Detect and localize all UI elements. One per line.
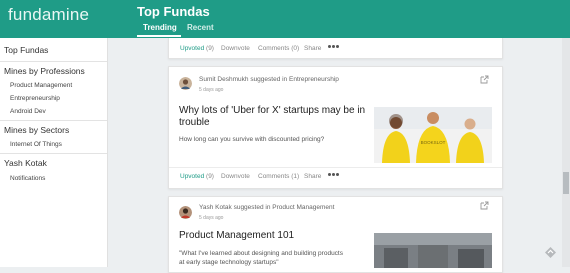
share-button[interactable]: Share (304, 45, 321, 52)
sidebar-item-product-management[interactable]: Product Management (10, 82, 72, 89)
open-external-icon[interactable] (480, 75, 489, 84)
suggested-text: suggested in (250, 76, 288, 83)
avatar[interactable] (179, 206, 192, 219)
comments-button[interactable]: Comments (0) (258, 45, 299, 52)
sidebar-item-notifications[interactable]: Notifications (10, 175, 45, 182)
sidebar-item-entrepreneurship[interactable]: Entrepreneurship (10, 95, 60, 102)
comments-button[interactable]: Comments (1) (258, 173, 299, 180)
sidebar-heading-professions[interactable]: Mines by Professions (4, 66, 85, 76)
sidebar-divider (0, 153, 107, 154)
card-subtitle: How long can you survive with discounted… (179, 136, 325, 143)
post-time: 5 days ago (199, 215, 224, 221)
share-button[interactable]: Share (304, 173, 321, 180)
article-thumbnail[interactable] (374, 233, 492, 268)
upvote-button[interactable]: Upvoted (9) (180, 173, 214, 180)
card-subtitle: "What I've learned about designing and b… (179, 249, 374, 267)
card-meta: Yash Kotak suggested in Product Manageme… (199, 204, 334, 211)
open-external-icon[interactable] (480, 201, 489, 210)
feed-card: Sumit Deshmukh suggested in Entrepreneur… (168, 66, 503, 189)
card-meta: Sumit Deshmukh suggested in Entrepreneur… (199, 76, 339, 83)
upvote-label: Upvoted (180, 173, 205, 180)
card-subtitle-line: "What I've learned about designing and b… (179, 250, 343, 257)
card-actions: Upvoted (9) Downvote Comments (1) Share (180, 173, 380, 183)
article-thumbnail[interactable]: BOOKSLOT (374, 107, 492, 163)
card-title[interactable]: Product Management 101 (179, 230, 369, 242)
category-link[interactable]: Product Management (272, 204, 334, 211)
app-logo[interactable]: fundamine (8, 5, 89, 25)
upvote-button[interactable]: Upvoted (9) (180, 45, 214, 52)
page-title: Top Fundas (137, 4, 210, 19)
sidebar: Top Fundas Mines by Professions Product … (0, 38, 108, 267)
top-bar: fundamine Top Fundas Trending Recent (0, 0, 570, 38)
category-link[interactable]: Entrepreneurship (289, 76, 339, 83)
sidebar-divider (0, 120, 107, 121)
card-divider (169, 167, 502, 168)
upvote-label: Upvoted (180, 45, 205, 52)
sidebar-heading-top-fundas[interactable]: Top Fundas (4, 45, 48, 55)
sidebar-heading-user[interactable]: Yash Kotak (4, 158, 47, 168)
scrollbar-thumb[interactable] (563, 172, 569, 194)
upvote-count: (9) (206, 173, 214, 180)
scroll-corner-icon[interactable] (544, 246, 557, 259)
sidebar-divider (0, 61, 107, 62)
tab-trending[interactable]: Trending (143, 23, 177, 32)
author-name[interactable]: Sumit Deshmukh (199, 76, 249, 83)
feed-card: Yash Kotak suggested in Product Manageme… (168, 196, 503, 273)
avatar[interactable] (179, 77, 192, 90)
card-actions: Upvoted (9) Downvote Comments (0) Share (180, 45, 380, 55)
sidebar-heading-sectors[interactable]: Mines by Sectors (4, 125, 69, 135)
tab-recent[interactable]: Recent (187, 23, 214, 32)
downvote-button[interactable]: Downvote (221, 173, 250, 180)
author-name[interactable]: Yash Kotak (199, 204, 232, 211)
active-tab-indicator (137, 35, 181, 37)
card-subtitle-line: at early stage technology startups" (179, 259, 279, 266)
feed-card: Upvoted (9) Downvote Comments (0) Share (168, 38, 503, 59)
card-title[interactable]: Why lots of 'Uber for X' startups may be… (179, 105, 369, 129)
suggested-text: suggested in (233, 204, 271, 211)
upvote-count: (9) (206, 45, 214, 52)
sidebar-item-internet-of-things[interactable]: Internet Of Things (10, 141, 62, 148)
post-time: 5 days ago (199, 87, 224, 93)
sidebar-item-android-dev[interactable]: Android Dev (10, 108, 46, 115)
thumbnail-caption: BOOKSLOT (421, 140, 446, 145)
downvote-button[interactable]: Downvote (221, 45, 250, 52)
scrollbar-track[interactable] (562, 38, 570, 267)
